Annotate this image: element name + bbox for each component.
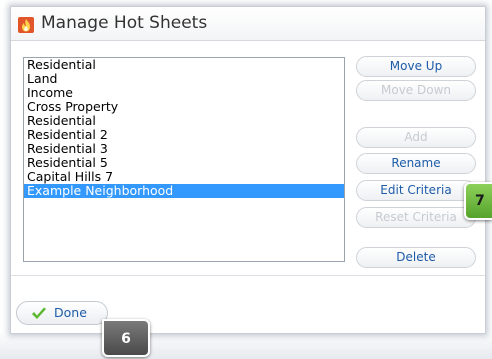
list-item[interactable]: Land xyxy=(24,72,344,86)
list-item[interactable]: Residential 2 xyxy=(24,128,344,142)
delete-button[interactable]: Delete xyxy=(356,247,476,268)
hot-sheets-list[interactable]: Residential Land Income Cross Property R… xyxy=(23,57,345,262)
dialog-title: Manage Hot Sheets xyxy=(41,13,208,33)
rename-button[interactable]: Rename xyxy=(356,153,476,174)
done-button-label: Done xyxy=(54,305,87,320)
reset-criteria-button[interactable]: Reset Criteria xyxy=(356,207,476,228)
flame-icon xyxy=(18,17,34,33)
dialog-titlebar: Manage Hot Sheets xyxy=(11,7,485,41)
list-item[interactable]: Residential 5 xyxy=(24,156,344,170)
list-item-selected[interactable]: Example Neighborhood xyxy=(24,184,344,198)
callout-badge-6: 6 xyxy=(102,319,150,357)
add-button[interactable]: Add xyxy=(356,127,476,148)
list-item[interactable]: Income xyxy=(24,86,344,100)
list-item[interactable]: Capital Hills 7 xyxy=(24,170,344,184)
callout-number: 6 xyxy=(121,331,131,347)
done-button[interactable]: Done xyxy=(16,301,108,325)
list-item[interactable]: Cross Property xyxy=(24,100,344,114)
move-down-button[interactable]: Move Down xyxy=(356,80,476,101)
callout-badge-7: 7 xyxy=(464,182,492,220)
callout-number: 7 xyxy=(475,193,485,209)
list-item[interactable]: Residential xyxy=(24,58,344,72)
manage-hot-sheets-dialog: Manage Hot Sheets Residential Land Incom… xyxy=(10,6,486,334)
footer-divider xyxy=(11,275,485,276)
checkmark-icon xyxy=(32,307,46,319)
list-item[interactable]: Residential xyxy=(24,114,344,128)
list-item[interactable]: Residential 3 xyxy=(24,142,344,156)
edit-criteria-button[interactable]: Edit Criteria xyxy=(356,180,476,201)
move-up-button[interactable]: Move Up xyxy=(356,56,476,77)
